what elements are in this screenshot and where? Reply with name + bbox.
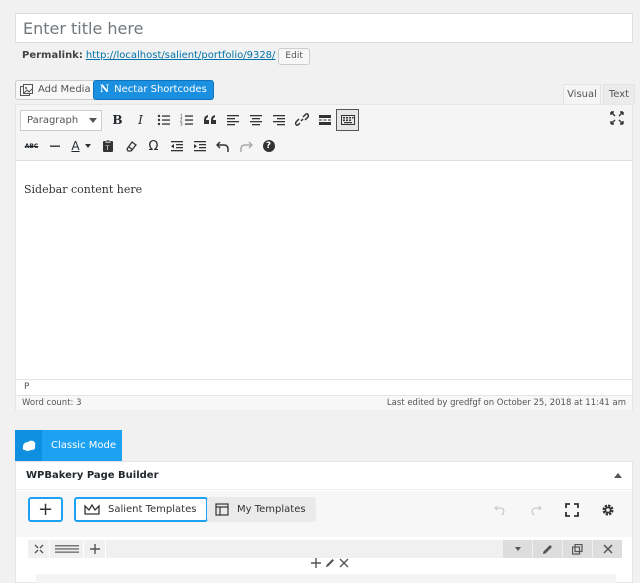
- toolbar-row-2: ABC A T Ω ?: [20, 135, 280, 157]
- italic-icon[interactable]: I: [129, 109, 152, 131]
- permalink-edit-button[interactable]: Edit: [278, 47, 310, 65]
- last-edited: Last edited by gredfgf on October 25, 20…: [386, 398, 626, 408]
- chevron-down-icon: [514, 547, 521, 551]
- row-controls: [28, 540, 622, 558]
- wpbakery-panel: WPBakery Page Builder + Salient Template…: [15, 461, 633, 583]
- strikethrough-icon[interactable]: ABC: [20, 135, 43, 157]
- my-templates-label: My Templates: [237, 504, 306, 515]
- redo-icon[interactable]: [518, 499, 554, 521]
- undo-icon[interactable]: [211, 135, 234, 157]
- omega-glyph: Ω: [148, 138, 159, 154]
- toolbar-toggle-icon[interactable]: [336, 109, 359, 131]
- edit-row-icon[interactable]: [532, 540, 562, 558]
- permalink-row: Permalink: http://localhost/salient/port…: [22, 47, 310, 65]
- align-left-icon[interactable]: [221, 109, 244, 131]
- svg-text:3: 3: [180, 122, 183, 127]
- nectar-icon: N: [100, 84, 110, 95]
- special-character-icon[interactable]: Ω: [142, 135, 165, 157]
- nectar-shortcodes-label: Nectar Shortcodes: [114, 84, 207, 95]
- toolbar-row-1: Paragraph B I 123: [20, 109, 359, 131]
- text-color-glyph: A: [71, 139, 80, 153]
- row-controls-right: [502, 540, 622, 558]
- classic-editor: Paragraph B I 123 ABC A T Ω ? Sidebar co…: [15, 104, 633, 410]
- bold-icon[interactable]: B: [106, 109, 129, 131]
- wpbakery-navbar: + Salient Templates My Templates: [16, 491, 632, 537]
- element-path: P: [16, 379, 632, 395]
- help-glyph: ?: [262, 140, 275, 152]
- collapse-triangle-icon[interactable]: [614, 473, 622, 478]
- row-controls-left: [28, 540, 106, 558]
- permalink-label: Permalink:: [22, 50, 83, 61]
- distraction-free-icon[interactable]: [610, 111, 624, 125]
- wpbakery-header[interactable]: WPBakery Page Builder: [16, 462, 632, 490]
- format-select[interactable]: Paragraph: [20, 109, 102, 131]
- column-controls: [311, 558, 349, 568]
- add-element-icon[interactable]: [311, 558, 321, 568]
- tab-visual[interactable]: Visual: [563, 84, 601, 104]
- undo-icon[interactable]: [482, 499, 518, 521]
- fullscreen-icon[interactable]: [554, 499, 590, 521]
- blockquote-icon[interactable]: [198, 109, 221, 131]
- delete-row-icon[interactable]: [592, 540, 622, 558]
- bullet-list-icon[interactable]: [152, 109, 175, 131]
- clear-formatting-icon[interactable]: [119, 135, 142, 157]
- salient-templates-button[interactable]: Salient Templates: [74, 497, 209, 522]
- salient-templates-label: Salient Templates: [108, 504, 197, 515]
- link-icon[interactable]: [290, 109, 313, 131]
- svg-text:T: T: [104, 145, 109, 152]
- add-media-label: Add Media: [38, 84, 91, 95]
- wpbakery-logo-icon: [15, 430, 42, 461]
- permalink-url[interactable]: http://localhost/salient/portfolio/9328/: [86, 47, 276, 65]
- toggle-row-icon[interactable]: [502, 540, 532, 558]
- my-templates-button[interactable]: My Templates: [207, 497, 316, 522]
- clone-row-icon[interactable]: [562, 540, 592, 558]
- row-move-icon[interactable]: [28, 540, 50, 558]
- column-area: [36, 574, 616, 583]
- help-icon[interactable]: ?: [257, 135, 280, 157]
- bold-glyph: B: [112, 113, 123, 127]
- row-layout-icon[interactable]: [50, 540, 84, 558]
- editor-toolbar: Paragraph B I 123 ABC A T Ω ?: [16, 105, 632, 161]
- read-more-icon[interactable]: [313, 109, 336, 131]
- text-color-icon[interactable]: A: [66, 135, 96, 157]
- delete-column-icon[interactable]: [339, 558, 349, 568]
- crown-icon: [84, 503, 100, 515]
- chevron-down-icon: [89, 117, 97, 123]
- strike-glyph: ABC: [24, 142, 39, 150]
- classic-mode-button[interactable]: Classic Mode: [15, 430, 122, 461]
- classic-mode-label: Classic Mode: [51, 440, 117, 451]
- add-element-button[interactable]: +: [28, 497, 63, 522]
- word-count: Word count: 3: [22, 398, 82, 408]
- add-media-button[interactable]: Add Media: [15, 80, 98, 100]
- editor-content[interactable]: Sidebar content here: [24, 183, 142, 196]
- post-title-input[interactable]: [15, 13, 633, 43]
- edit-column-icon[interactable]: [325, 558, 335, 568]
- indent-icon[interactable]: [188, 135, 211, 157]
- align-right-icon[interactable]: [267, 109, 290, 131]
- redo-icon[interactable]: [234, 135, 257, 157]
- italic-glyph: I: [138, 113, 143, 127]
- horizontal-line-icon[interactable]: [43, 135, 66, 157]
- paste-text-icon[interactable]: T: [96, 135, 119, 157]
- numbered-list-icon[interactable]: 123: [175, 109, 198, 131]
- outdent-icon[interactable]: [165, 135, 188, 157]
- editor-status-bar: Word count: 3 Last edited by gredfgf on …: [16, 395, 632, 410]
- template-icon: [215, 503, 229, 516]
- settings-icon[interactable]: [590, 499, 626, 521]
- media-icon: [20, 84, 33, 96]
- nectar-shortcodes-button[interactable]: N Nectar Shortcodes: [93, 80, 214, 100]
- text-color-caret-icon: [84, 144, 91, 148]
- align-center-icon[interactable]: [244, 109, 267, 131]
- add-column-icon[interactable]: [84, 540, 106, 558]
- tab-text[interactable]: Text: [603, 84, 635, 104]
- wpbakery-title: WPBakery Page Builder: [26, 470, 159, 481]
- format-select-value: Paragraph: [27, 114, 79, 126]
- wpbakery-nav-actions: [482, 499, 626, 521]
